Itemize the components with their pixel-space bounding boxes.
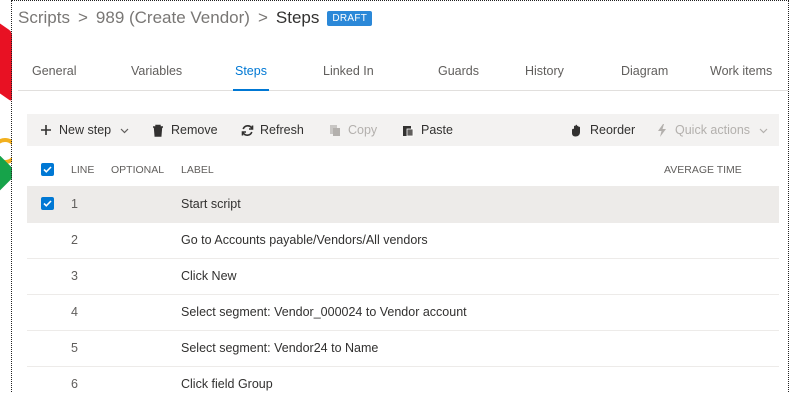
breadcrumb-current: Steps — [275, 8, 320, 27]
check-icon — [43, 166, 52, 173]
trash-icon — [151, 123, 165, 137]
quick-actions-button[interactable]: Quick actions — [655, 114, 770, 146]
row-line-number: 6 — [71, 377, 78, 391]
row-line-number: 5 — [71, 341, 78, 355]
copy-label: Copy — [348, 123, 378, 137]
breadcrumb: Scripts > 989 (Create Vendor) > Steps DR… — [18, 6, 373, 30]
copy-button[interactable]: Copy — [328, 114, 377, 146]
table-row[interactable]: 5 Select segment: Vendor24 to Name — [27, 330, 779, 367]
tab-variables[interactable]: Variables — [131, 64, 182, 78]
tab-diagram[interactable]: Diagram — [621, 64, 668, 78]
table-row[interactable]: 4 Select segment: Vendor_000024 to Vendo… — [27, 294, 779, 331]
table-row[interactable]: 2 Go to Accounts payable/Vendors/All ven… — [27, 222, 779, 259]
breadcrumb-separator: > — [77, 8, 88, 27]
tab-linked-in[interactable]: Linked In — [323, 64, 374, 78]
row-label: Select segment: Vendor24 to Name — [181, 341, 379, 355]
column-header-average-time[interactable]: AVERAGE TIME — [664, 164, 742, 176]
reorder-button[interactable]: Reorder — [570, 114, 635, 146]
chevron-down-icon — [756, 123, 770, 137]
new-step-button[interactable]: New step — [39, 114, 131, 146]
breadcrumb-script-name[interactable]: 989 (Create Vendor) — [96, 8, 250, 28]
breadcrumb-scripts[interactable]: Scripts — [18, 8, 70, 28]
lightning-icon — [655, 123, 669, 137]
table-row[interactable]: 6 Click field Group — [27, 366, 779, 402]
row-line-number: 3 — [71, 269, 78, 283]
new-step-label: New step — [59, 123, 112, 137]
row-checkbox[interactable] — [41, 197, 54, 210]
steps-toolbar: New step Remove Refresh Copy Paste Reord… — [27, 114, 779, 146]
row-label: Go to Accounts payable/Vendors/All vendo… — [181, 233, 428, 247]
table-row[interactable]: 1 Start script — [27, 186, 779, 223]
remove-label: Remove — [171, 123, 218, 137]
plus-icon — [39, 123, 53, 137]
row-line-number: 1 — [71, 197, 78, 211]
grid-header: LINE OPTIONAL LABEL AVERAGE TIME — [27, 152, 779, 186]
paste-icon — [401, 123, 415, 137]
draft-badge: DRAFT — [327, 10, 373, 26]
paste-label: Paste — [421, 123, 453, 137]
refresh-button[interactable]: Refresh — [240, 114, 304, 146]
tab-bar: General Variables Steps Linked In Guards… — [18, 56, 788, 91]
copy-icon — [328, 123, 342, 137]
column-header-line[interactable]: LINE — [71, 164, 94, 176]
column-header-optional[interactable]: OPTIONAL — [111, 164, 164, 176]
row-label: Select segment: Vendor_000024 to Vendor … — [181, 305, 467, 319]
breadcrumb-separator: > — [257, 8, 268, 27]
check-icon — [43, 200, 52, 207]
select-all-checkbox[interactable] — [41, 163, 54, 176]
tab-work-items[interactable]: Work items — [710, 64, 772, 78]
row-label: Start script — [181, 197, 241, 211]
paste-button[interactable]: Paste — [401, 114, 453, 146]
hand-icon — [570, 123, 584, 137]
table-row[interactable]: 3 Click New — [27, 258, 779, 295]
row-label: Click field Group — [181, 377, 273, 391]
tab-guards[interactable]: Guards — [438, 64, 479, 78]
row-label: Click New — [181, 269, 237, 283]
reorder-label: Reorder — [590, 123, 636, 137]
row-line-number: 2 — [71, 233, 78, 247]
chevron-down-icon — [117, 123, 131, 137]
remove-button[interactable]: Remove — [151, 114, 218, 146]
tab-steps[interactable]: Steps — [233, 64, 269, 91]
refresh-icon — [240, 123, 254, 137]
refresh-label: Refresh — [260, 123, 304, 137]
quick-actions-label: Quick actions — [675, 123, 751, 137]
row-line-number: 4 — [71, 305, 78, 319]
tab-general[interactable]: General — [32, 64, 76, 78]
tab-history[interactable]: History — [525, 64, 564, 78]
column-header-label[interactable]: LABEL — [181, 164, 214, 176]
